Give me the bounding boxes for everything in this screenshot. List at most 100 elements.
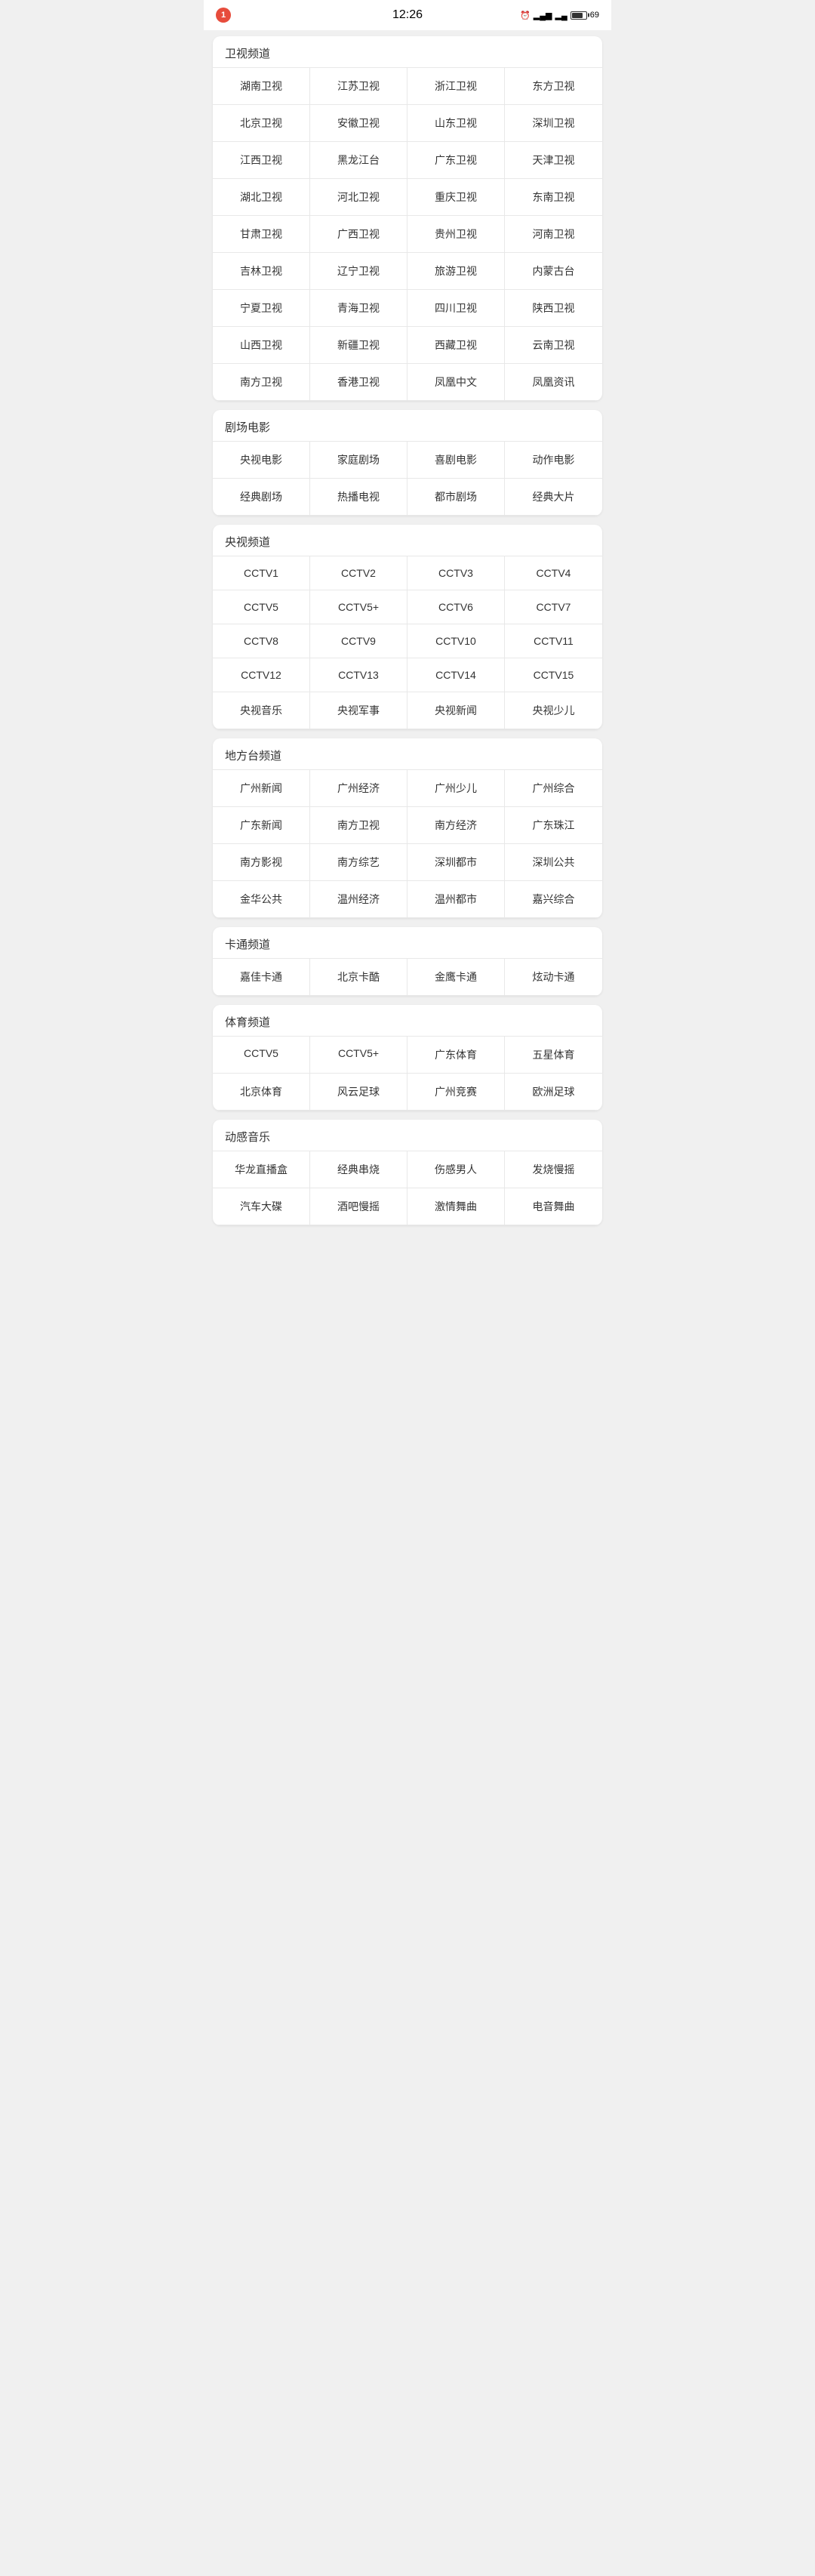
channel-cell[interactable]: 经典串烧 <box>310 1151 408 1188</box>
channel-cell[interactable]: 东方卫视 <box>505 68 602 105</box>
channel-cell[interactable]: 辽宁卫视 <box>310 253 408 290</box>
channel-cell[interactable]: 炫动卡通 <box>505 959 602 996</box>
channel-cell[interactable]: 河北卫视 <box>310 179 408 216</box>
channel-cell[interactable]: 动作电影 <box>505 442 602 479</box>
channel-cell[interactable]: CCTV7 <box>505 590 602 624</box>
channel-cell[interactable]: 黑龙江台 <box>310 142 408 179</box>
channel-cell[interactable]: 激情舞曲 <box>408 1188 505 1225</box>
channel-cell[interactable]: 广州新闻 <box>213 770 310 807</box>
channel-cell[interactable]: 发烧慢摇 <box>505 1151 602 1188</box>
channel-cell[interactable]: 都市剧场 <box>408 479 505 516</box>
channel-cell[interactable]: 温州经济 <box>310 881 408 918</box>
channel-cell[interactable]: CCTV11 <box>505 624 602 658</box>
channel-cell[interactable]: 内蒙古台 <box>505 253 602 290</box>
channel-cell[interactable]: CCTV1 <box>213 556 310 590</box>
channel-cell[interactable]: 广东珠江 <box>505 807 602 844</box>
channel-cell[interactable]: CCTV2 <box>310 556 408 590</box>
channel-cell[interactable]: 广东体育 <box>408 1037 505 1074</box>
channel-cell[interactable]: 央视少儿 <box>505 692 602 729</box>
channel-cell[interactable]: 云南卫视 <box>505 327 602 364</box>
channel-cell[interactable]: 温州都市 <box>408 881 505 918</box>
channel-cell[interactable]: 湖南卫视 <box>213 68 310 105</box>
channel-cell[interactable]: 金鹰卡通 <box>408 959 505 996</box>
channel-cell[interactable]: 央视电影 <box>213 442 310 479</box>
channel-cell[interactable]: 重庆卫视 <box>408 179 505 216</box>
channel-cell[interactable]: 广州经济 <box>310 770 408 807</box>
channel-cell[interactable]: 汽车大碟 <box>213 1188 310 1225</box>
channel-cell[interactable]: CCTV5+ <box>310 590 408 624</box>
channel-cell[interactable]: 央视军事 <box>310 692 408 729</box>
channel-cell[interactable]: 广西卫视 <box>310 216 408 253</box>
channel-cell[interactable]: 新疆卫视 <box>310 327 408 364</box>
channel-cell[interactable]: 旅游卫视 <box>408 253 505 290</box>
channel-cell[interactable]: 喜剧电影 <box>408 442 505 479</box>
channel-cell[interactable]: 陕西卫视 <box>505 290 602 327</box>
channel-cell[interactable]: 南方经济 <box>408 807 505 844</box>
channel-cell[interactable]: CCTV10 <box>408 624 505 658</box>
channel-cell[interactable]: 吉林卫视 <box>213 253 310 290</box>
channel-cell[interactable]: 央视新闻 <box>408 692 505 729</box>
channel-cell[interactable]: CCTV5 <box>213 590 310 624</box>
channel-cell[interactable]: 广州少儿 <box>408 770 505 807</box>
channel-cell[interactable]: 湖北卫视 <box>213 179 310 216</box>
channel-cell[interactable]: 嘉佳卡通 <box>213 959 310 996</box>
channel-cell[interactable]: CCTV12 <box>213 658 310 692</box>
channel-cell[interactable]: 华龙直播盒 <box>213 1151 310 1188</box>
channel-cell[interactable]: 甘肃卫视 <box>213 216 310 253</box>
channel-cell[interactable]: 深圳卫视 <box>505 105 602 142</box>
channel-cell[interactable]: 经典大片 <box>505 479 602 516</box>
channel-cell[interactable]: 家庭剧场 <box>310 442 408 479</box>
channel-cell[interactable]: 西藏卫视 <box>408 327 505 364</box>
channel-cell[interactable]: 凤凰资讯 <box>505 364 602 401</box>
channel-cell[interactable]: 宁夏卫视 <box>213 290 310 327</box>
channel-cell[interactable]: 伤感男人 <box>408 1151 505 1188</box>
channel-cell[interactable]: CCTV5+ <box>310 1037 408 1074</box>
channel-cell[interactable]: 广东新闻 <box>213 807 310 844</box>
channel-cell[interactable]: 北京卡酷 <box>310 959 408 996</box>
channel-cell[interactable]: 香港卫视 <box>310 364 408 401</box>
channel-cell[interactable]: 浙江卫视 <box>408 68 505 105</box>
channel-cell[interactable]: 欧洲足球 <box>505 1074 602 1111</box>
channel-cell[interactable]: 深圳公共 <box>505 844 602 881</box>
channel-cell[interactable]: 央视音乐 <box>213 692 310 729</box>
channel-cell[interactable]: 广州竞赛 <box>408 1074 505 1111</box>
channel-cell[interactable]: 深圳都市 <box>408 844 505 881</box>
channel-cell[interactable]: 青海卫视 <box>310 290 408 327</box>
channel-cell[interactable]: 江西卫视 <box>213 142 310 179</box>
channel-cell[interactable]: 广东卫视 <box>408 142 505 179</box>
channel-cell[interactable]: CCTV15 <box>505 658 602 692</box>
channel-cell[interactable]: CCTV5 <box>213 1037 310 1074</box>
channel-cell[interactable]: 电音舞曲 <box>505 1188 602 1225</box>
channel-cell[interactable]: 东南卫视 <box>505 179 602 216</box>
channel-cell[interactable]: 安徽卫视 <box>310 105 408 142</box>
channel-cell[interactable]: 风云足球 <box>310 1074 408 1111</box>
channel-cell[interactable]: 江苏卫视 <box>310 68 408 105</box>
channel-cell[interactable]: 四川卫视 <box>408 290 505 327</box>
channel-cell[interactable]: 经典剧场 <box>213 479 310 516</box>
channel-cell[interactable]: CCTV3 <box>408 556 505 590</box>
channel-cell[interactable]: 南方卫视 <box>213 364 310 401</box>
channel-cell[interactable]: CCTV4 <box>505 556 602 590</box>
channel-cell[interactable]: 天津卫视 <box>505 142 602 179</box>
channel-cell[interactable]: 北京卫视 <box>213 105 310 142</box>
channel-cell[interactable]: CCTV8 <box>213 624 310 658</box>
channel-cell[interactable]: CCTV14 <box>408 658 505 692</box>
channel-cell[interactable]: CCTV9 <box>310 624 408 658</box>
channel-cell[interactable]: 酒吧慢摇 <box>310 1188 408 1225</box>
channel-cell[interactable]: 山西卫视 <box>213 327 310 364</box>
channel-cell[interactable]: 五星体育 <box>505 1037 602 1074</box>
channel-cell[interactable]: CCTV13 <box>310 658 408 692</box>
channel-cell[interactable]: 南方卫视 <box>310 807 408 844</box>
channel-cell[interactable]: 热播电视 <box>310 479 408 516</box>
channel-cell[interactable]: 凤凰中文 <box>408 364 505 401</box>
channel-cell[interactable]: 山东卫视 <box>408 105 505 142</box>
channel-cell[interactable]: 南方综艺 <box>310 844 408 881</box>
channel-cell[interactable]: 河南卫视 <box>505 216 602 253</box>
channel-cell[interactable]: 嘉兴综合 <box>505 881 602 918</box>
channel-cell[interactable]: 金华公共 <box>213 881 310 918</box>
channel-cell[interactable]: 南方影视 <box>213 844 310 881</box>
channel-cell[interactable]: 广州综合 <box>505 770 602 807</box>
channel-cell[interactable]: 北京体育 <box>213 1074 310 1111</box>
channel-cell[interactable]: CCTV6 <box>408 590 505 624</box>
channel-cell[interactable]: 贵州卫视 <box>408 216 505 253</box>
